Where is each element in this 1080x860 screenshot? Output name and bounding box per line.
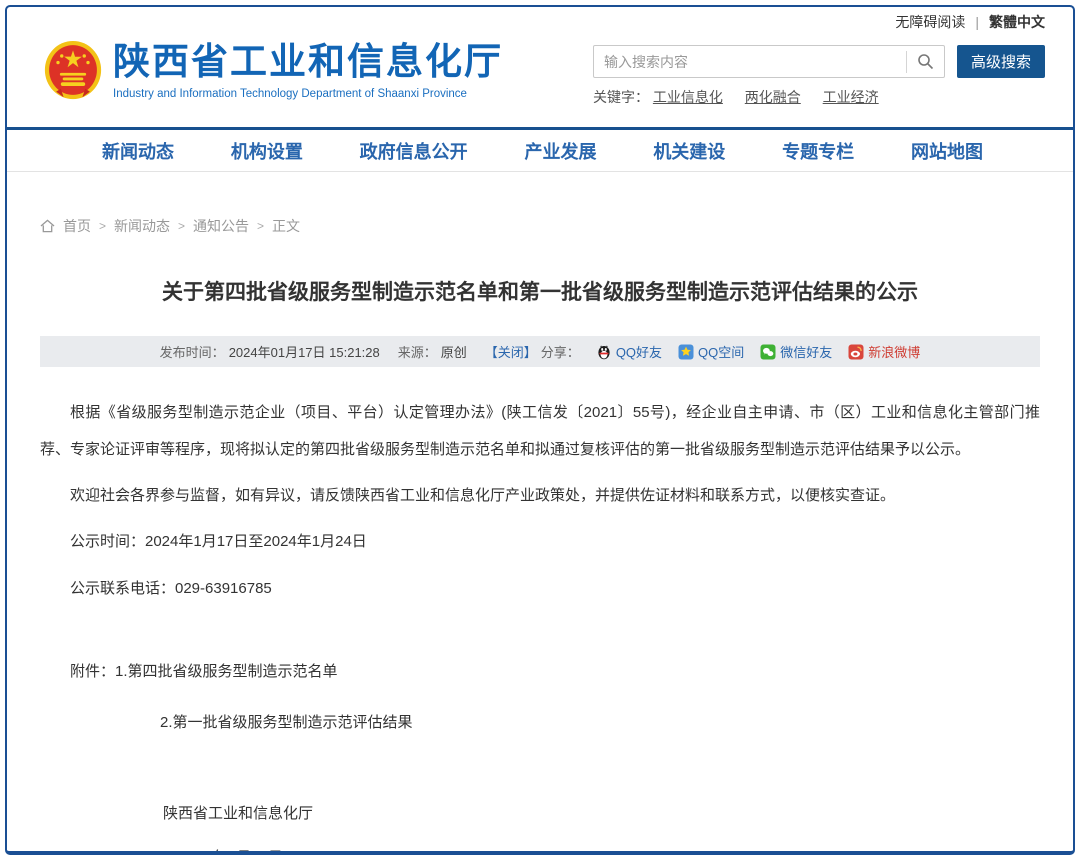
paragraph-publicity-period: 公示时间：2024年1月17日至2024年1月24日	[40, 529, 1040, 555]
share-weibo-label: 新浪微博	[868, 342, 920, 361]
paragraph-contact-phone: 公示联系电话：029-63916785	[40, 576, 1040, 602]
paragraph-supervision: 欢迎社会各界参与监督，如有异议，请反馈陕西省工业和信息化厅产业政策处，并提供佐证…	[40, 483, 1040, 509]
page-container: 无障碍阅读 | 繁體中文 陕西省工业和信息化厅 Industry	[5, 5, 1075, 855]
source-value: 原创	[441, 342, 467, 361]
breadcrumb-current: 正文	[272, 216, 300, 236]
breadcrumb-separator: >	[178, 219, 185, 233]
main-nav: 新闻动态 机构设置 政府信息公开 产业发展 机关建设 专题专栏 网站地图	[7, 127, 1073, 172]
national-emblem-logo	[43, 39, 103, 101]
search-box	[593, 45, 945, 78]
article-meta-bar: 发布时间：2024年01月17日 15:21:28 来源：原创 【关闭】 分享：…	[40, 336, 1040, 367]
keyword-link-industrial-economy[interactable]: 工业经济	[823, 89, 879, 105]
publish-time-label: 发布时间：	[160, 342, 225, 361]
qq-friend-icon	[596, 344, 612, 360]
source-label: 来源：	[398, 342, 437, 361]
close-button[interactable]: 【关闭】	[485, 342, 537, 361]
breadcrumb-notices[interactable]: 通知公告	[193, 216, 249, 236]
attachment-2: 2.第一批省级服务型制造示范评估结果	[40, 710, 1040, 736]
advanced-search-button[interactable]: 高级搜索	[957, 45, 1045, 78]
share-qq-zone-label: QQ空间	[698, 342, 744, 361]
utility-bar: 无障碍阅读 | 繁體中文	[7, 7, 1073, 37]
breadcrumb-separator: >	[99, 219, 106, 233]
publish-time: 2024年01月17日 15:21:28	[229, 342, 380, 361]
share-weibo[interactable]: 新浪微博	[848, 342, 920, 361]
nav-item-gov-info[interactable]: 政府信息公开	[360, 138, 468, 164]
search-input[interactable]	[594, 46, 906, 77]
article-page: 首页 > 新闻动态 > 通知公告 > 正文 关于第四批省级服务型制造示范名单和第…	[7, 216, 1073, 855]
brand-text: 陕西省工业和信息化厅 Industry and Information Tech…	[113, 39, 503, 100]
site-title-english: Industry and Information Technology Depa…	[113, 88, 503, 100]
share-qq-zone[interactable]: QQ空间	[678, 342, 744, 361]
breadcrumb-home[interactable]: 首页	[63, 216, 91, 236]
nav-item-organization[interactable]: 机构设置	[231, 138, 303, 164]
nav-item-news[interactable]: 新闻动态	[102, 138, 174, 164]
article-body: 根据《省级服务型制造示范企业（项目、平台）认定管理办法》(陕工信发〔2021〕5…	[40, 395, 1040, 855]
nav-item-special-columns[interactable]: 专题专栏	[782, 138, 854, 164]
article-title: 关于第四批省级服务型制造示范名单和第一批省级服务型制造示范评估结果的公示	[40, 276, 1040, 306]
search-keywords: 关键字： 工业信息化 两化融合 工业经济	[593, 87, 1045, 107]
share-qq-friend[interactable]: QQ好友	[596, 342, 662, 361]
breadcrumb: 首页 > 新闻动态 > 通知公告 > 正文	[40, 216, 1040, 236]
site-title: 陕西省工业和信息化厅	[113, 41, 503, 84]
accessibility-link[interactable]: 无障碍阅读	[895, 12, 965, 32]
search-area: 高级搜索 关键字： 工业信息化 两化融合 工业经济	[593, 37, 1045, 127]
traditional-chinese-link[interactable]: 繁體中文	[989, 12, 1045, 32]
share-wechat[interactable]: 微信好友	[760, 342, 832, 361]
keywords-label: 关键字：	[593, 89, 649, 105]
weibo-icon	[848, 344, 864, 360]
share-qq-friend-label: QQ好友	[616, 342, 662, 361]
nav-item-industry-dev[interactable]: 产业发展	[524, 138, 596, 164]
utility-separator: |	[975, 14, 979, 30]
breadcrumb-separator: >	[257, 219, 264, 233]
keyword-link-industry-informatization[interactable]: 工业信息化	[653, 89, 723, 105]
share-label: 分享：	[541, 342, 580, 361]
attachment-1: 附件：1.第四批省级服务型制造示范名单	[40, 659, 1040, 685]
signature-department: 陕西省工业和信息化厅	[40, 801, 1040, 827]
nav-item-agency-building[interactable]: 机关建设	[653, 138, 725, 164]
brand[interactable]: 陕西省工业和信息化厅 Industry and Information Tech…	[43, 37, 503, 127]
keyword-link-integration[interactable]: 两化融合	[745, 89, 801, 105]
breadcrumb-news[interactable]: 新闻动态	[114, 216, 170, 236]
search-icon[interactable]	[906, 51, 944, 73]
nav-item-sitemap[interactable]: 网站地图	[911, 138, 983, 164]
site-header: 陕西省工业和信息化厅 Industry and Information Tech…	[7, 37, 1073, 127]
share-wechat-label: 微信好友	[780, 342, 832, 361]
qq-zone-icon	[678, 344, 694, 360]
wechat-icon	[760, 344, 776, 360]
signature-date: 2024年1月17日	[40, 845, 1040, 856]
paragraph-basis: 根据《省级服务型制造示范企业（项目、平台）认定管理办法》(陕工信发〔2021〕5…	[40, 395, 1040, 469]
home-icon	[40, 219, 55, 233]
